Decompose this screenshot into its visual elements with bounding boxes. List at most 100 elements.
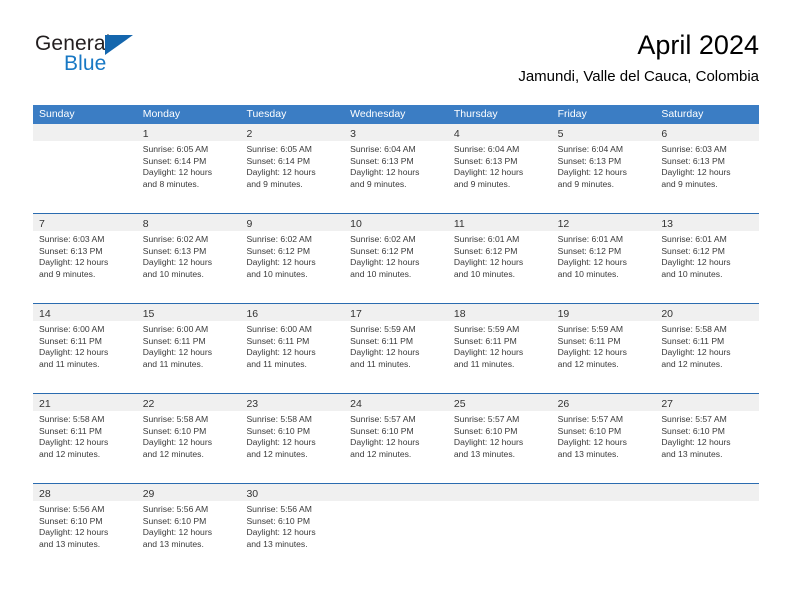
sunset-text: Sunset: 6:11 PM bbox=[246, 335, 310, 346]
day-number-band: 1 bbox=[136, 124, 241, 141]
day-number: 29 bbox=[142, 488, 155, 500]
calendar-day-cell[interactable]: 29 Sunrise: 5:56 AM Sunset: 6:10 PM Dayligh… bbox=[136, 484, 241, 573]
calendar-day-cell[interactable]: 27 Sunrise: 5:57 AM Sunset: 6:10 PM Dayligh… bbox=[655, 394, 760, 483]
day-details: Sunrise: 6:05 AM Sunset: 6:14 PM Daylight:… bbox=[137, 141, 241, 190]
daylight-text: Daylight: 12 hours bbox=[142, 257, 212, 268]
day-number: 10 bbox=[350, 218, 362, 230]
day-details: Sunrise: 5:57 AM Sunset: 6:10 PM Daylight:… bbox=[655, 411, 759, 460]
calendar-day-cell[interactable]: 15 Sunrise: 6:00 AM Sunset: 6:11 PM Dayligh… bbox=[136, 304, 241, 393]
sunrise-text: Sunrise: 6:02 AM bbox=[142, 234, 209, 244]
calendar-day-cell[interactable]: 28 Sunrise: 5:56 AM Sunset: 6:10 PM Dayligh… bbox=[33, 484, 137, 573]
day-number-band: 27 bbox=[655, 394, 760, 411]
calendar-day-cell[interactable]: 3 Sunrise: 6:04 AM Sunset: 6:13 PM Daylight… bbox=[344, 124, 448, 213]
day-number-band: 22 bbox=[136, 394, 241, 411]
calendar-day-cell[interactable]: 12 Sunrise: 6:01 AM Sunset: 6:12 PM Dayligh… bbox=[551, 214, 656, 303]
sunrise-text: Sunrise: 5:59 AM bbox=[350, 324, 416, 334]
daylight-text: Daylight: 12 hours bbox=[661, 257, 731, 268]
day-number-band: 5 bbox=[551, 124, 656, 141]
day-number-band: 18 bbox=[447, 304, 552, 321]
day-details: Sunrise: 6:02 AM Sunset: 6:12 PM Daylight:… bbox=[240, 231, 344, 280]
calendar-day-cell[interactable]: 25 Sunrise: 5:57 AM Sunset: 6:10 PM Dayligh… bbox=[447, 394, 552, 483]
day-number: 5 bbox=[557, 128, 564, 140]
calendar-day-cell[interactable]: 17 Sunrise: 5:59 AM Sunset: 6:11 PM Dayligh… bbox=[344, 304, 448, 393]
day-number: 25 bbox=[453, 398, 466, 410]
day-number: 28 bbox=[39, 488, 51, 500]
sunrise-text: Sunrise: 5:56 AM bbox=[39, 504, 105, 514]
sunset-text: Sunset: 6:12 PM bbox=[453, 245, 518, 256]
sunset-text: Sunset: 6:11 PM bbox=[39, 425, 102, 436]
calendar-day-cell[interactable]: 20 Sunrise: 5:58 AM Sunset: 6:11 PM Dayligh… bbox=[655, 304, 760, 393]
day-number: 20 bbox=[661, 308, 673, 320]
calendar-day-cell[interactable]: 19 Sunrise: 5:59 AM Sunset: 6:11 PM Dayligh… bbox=[551, 304, 656, 393]
daylight-text: Daylight: 12 hours bbox=[350, 257, 420, 268]
day-details: Sunrise: 5:56 AM Sunset: 6:10 PM Daylight:… bbox=[240, 501, 344, 550]
sunrise-text: Sunrise: 5:56 AM bbox=[142, 504, 209, 514]
daylight-text-cont: and 8 minutes. bbox=[142, 178, 200, 189]
calendar-day-cell[interactable]: 9 Sunrise: 6:02 AM Sunset: 6:12 PM Daylight… bbox=[240, 214, 345, 303]
daylight-text: Daylight: 12 hours bbox=[557, 167, 627, 178]
calendar-day-cell[interactable]: 24 Sunrise: 5:57 AM Sunset: 6:10 PM Dayligh… bbox=[344, 394, 448, 483]
calendar-day-cell[interactable]: 8 Sunrise: 6:02 AM Sunset: 6:13 PM Daylight… bbox=[136, 214, 241, 303]
calendar-day-cell[interactable]: 5 Sunrise: 6:04 AM Sunset: 6:13 PM Daylight… bbox=[551, 124, 656, 213]
day-number-band: 16 bbox=[240, 304, 345, 321]
sunset-text: Sunset: 6:10 PM bbox=[246, 515, 310, 526]
calendar-day-cell[interactable]: 18 Sunrise: 5:59 AM Sunset: 6:11 PM Dayligh… bbox=[447, 304, 552, 393]
daylight-text: Daylight: 12 hours bbox=[39, 347, 109, 358]
calendar-day-cell-empty bbox=[344, 484, 448, 573]
calendar-day-cell[interactable]: 2 Sunrise: 6:05 AM Sunset: 6:14 PM Daylight… bbox=[240, 124, 345, 213]
title-block: April 2024 Jamundi, Valle del Cauca, Col… bbox=[518, 28, 759, 88]
weekday-header-monday: Monday bbox=[142, 108, 181, 120]
calendar-week-row: 21 Sunrise: 5:58 AM Sunset: 6:11 PM Dayligh… bbox=[33, 393, 760, 483]
day-number-band: 10 bbox=[344, 214, 448, 231]
calendar-day-cell[interactable]: 10 Sunrise: 6:02 AM Sunset: 6:12 PM Dayligh… bbox=[344, 214, 448, 303]
calendar-weeks: 1 Sunrise: 6:05 AM Sunset: 6:14 PM Daylight… bbox=[33, 124, 760, 573]
sunrise-text: Sunrise: 6:00 AM bbox=[246, 324, 312, 334]
calendar-day-cell[interactable]: 22 Sunrise: 5:58 AM Sunset: 6:10 PM Dayligh… bbox=[136, 394, 241, 483]
day-number: 18 bbox=[453, 308, 466, 320]
sunrise-text: Sunrise: 5:58 AM bbox=[661, 324, 727, 334]
sunset-text: Sunset: 6:11 PM bbox=[142, 335, 206, 346]
day-number-band: 9 bbox=[240, 214, 345, 231]
day-details: Sunrise: 6:03 AM Sunset: 6:13 PM Daylight:… bbox=[33, 231, 137, 280]
day-number: 8 bbox=[142, 218, 149, 230]
day-details: Sunrise: 6:02 AM Sunset: 6:12 PM Daylight:… bbox=[344, 231, 448, 280]
calendar-day-cell[interactable]: 4 Sunrise: 6:04 AM Sunset: 6:13 PM Daylight… bbox=[447, 124, 552, 213]
calendar-day-cell[interactable]: 14 Sunrise: 6:00 AM Sunset: 6:11 PM Dayligh… bbox=[33, 304, 137, 393]
day-details: Sunrise: 5:58 AM Sunset: 6:11 PM Daylight:… bbox=[655, 321, 759, 370]
generalblue-logo[interactable]: General Blue bbox=[33, 32, 243, 88]
daylight-text-cont: and 13 minutes. bbox=[142, 538, 204, 549]
calendar-day-cell[interactable]: 16 Sunrise: 6:00 AM Sunset: 6:11 PM Dayligh… bbox=[240, 304, 345, 393]
sunset-text: Sunset: 6:13 PM bbox=[142, 245, 207, 256]
sunset-text: Sunset: 6:10 PM bbox=[142, 425, 207, 436]
day-details: Sunrise: 5:58 AM Sunset: 6:10 PM Daylight:… bbox=[137, 411, 241, 460]
calendar-day-cell[interactable]: 7 Sunrise: 6:03 AM Sunset: 6:13 PM Daylight… bbox=[33, 214, 137, 303]
daylight-text-cont: and 13 minutes. bbox=[39, 538, 101, 549]
page-header: General Blue April 2024 Jamundi, Valle d… bbox=[33, 28, 759, 98]
weekday-header-wednesday: Wednesday bbox=[350, 108, 406, 120]
day-number-band: 24 bbox=[344, 394, 448, 411]
calendar-day-cell[interactable]: 6 Sunrise: 6:03 AM Sunset: 6:13 PM Daylight… bbox=[655, 124, 760, 213]
daylight-text-cont: and 10 minutes. bbox=[557, 268, 619, 279]
sunrise-text: Sunrise: 5:57 AM bbox=[350, 414, 416, 424]
calendar-day-cell[interactable]: 11 Sunrise: 6:01 AM Sunset: 6:12 PM Dayligh… bbox=[447, 214, 552, 303]
day-number-band: 25 bbox=[447, 394, 552, 411]
calendar-day-cell[interactable]: 26 Sunrise: 5:57 AM Sunset: 6:10 PM Dayligh… bbox=[551, 394, 656, 483]
calendar-day-cell[interactable]: 1 Sunrise: 6:05 AM Sunset: 6:14 PM Daylight… bbox=[136, 124, 241, 213]
day-details: Sunrise: 6:03 AM Sunset: 6:13 PM Daylight:… bbox=[655, 141, 759, 190]
sunrise-text: Sunrise: 6:01 AM bbox=[557, 234, 624, 244]
calendar-day-cell[interactable]: 13 Sunrise: 6:01 AM Sunset: 6:12 PM Dayligh… bbox=[655, 214, 760, 303]
sunset-text: Sunset: 6:10 PM bbox=[246, 425, 310, 436]
sunrise-text: Sunrise: 6:00 AM bbox=[142, 324, 209, 334]
calendar-day-cell[interactable]: 23 Sunrise: 5:58 AM Sunset: 6:10 PM Dayligh… bbox=[240, 394, 345, 483]
calendar-day-cell[interactable]: 21 Sunrise: 5:58 AM Sunset: 6:11 PM Dayligh… bbox=[33, 394, 137, 483]
calendar-day-cell[interactable]: 30 Sunrise: 5:56 AM Sunset: 6:10 PM Dayligh… bbox=[240, 484, 345, 573]
sunset-text: Sunset: 6:10 PM bbox=[350, 425, 414, 436]
day-number-band bbox=[344, 484, 448, 501]
sunrise-text: Sunrise: 5:59 AM bbox=[453, 324, 520, 334]
daylight-text-cont: and 11 minutes. bbox=[246, 358, 307, 369]
sunset-text: Sunset: 6:10 PM bbox=[142, 515, 207, 526]
day-number: 14 bbox=[39, 308, 51, 320]
daylight-text: Daylight: 12 hours bbox=[246, 347, 316, 358]
sunrise-text: Sunrise: 6:04 AM bbox=[350, 144, 416, 154]
weekday-header-sunday: Sunday bbox=[39, 108, 75, 120]
